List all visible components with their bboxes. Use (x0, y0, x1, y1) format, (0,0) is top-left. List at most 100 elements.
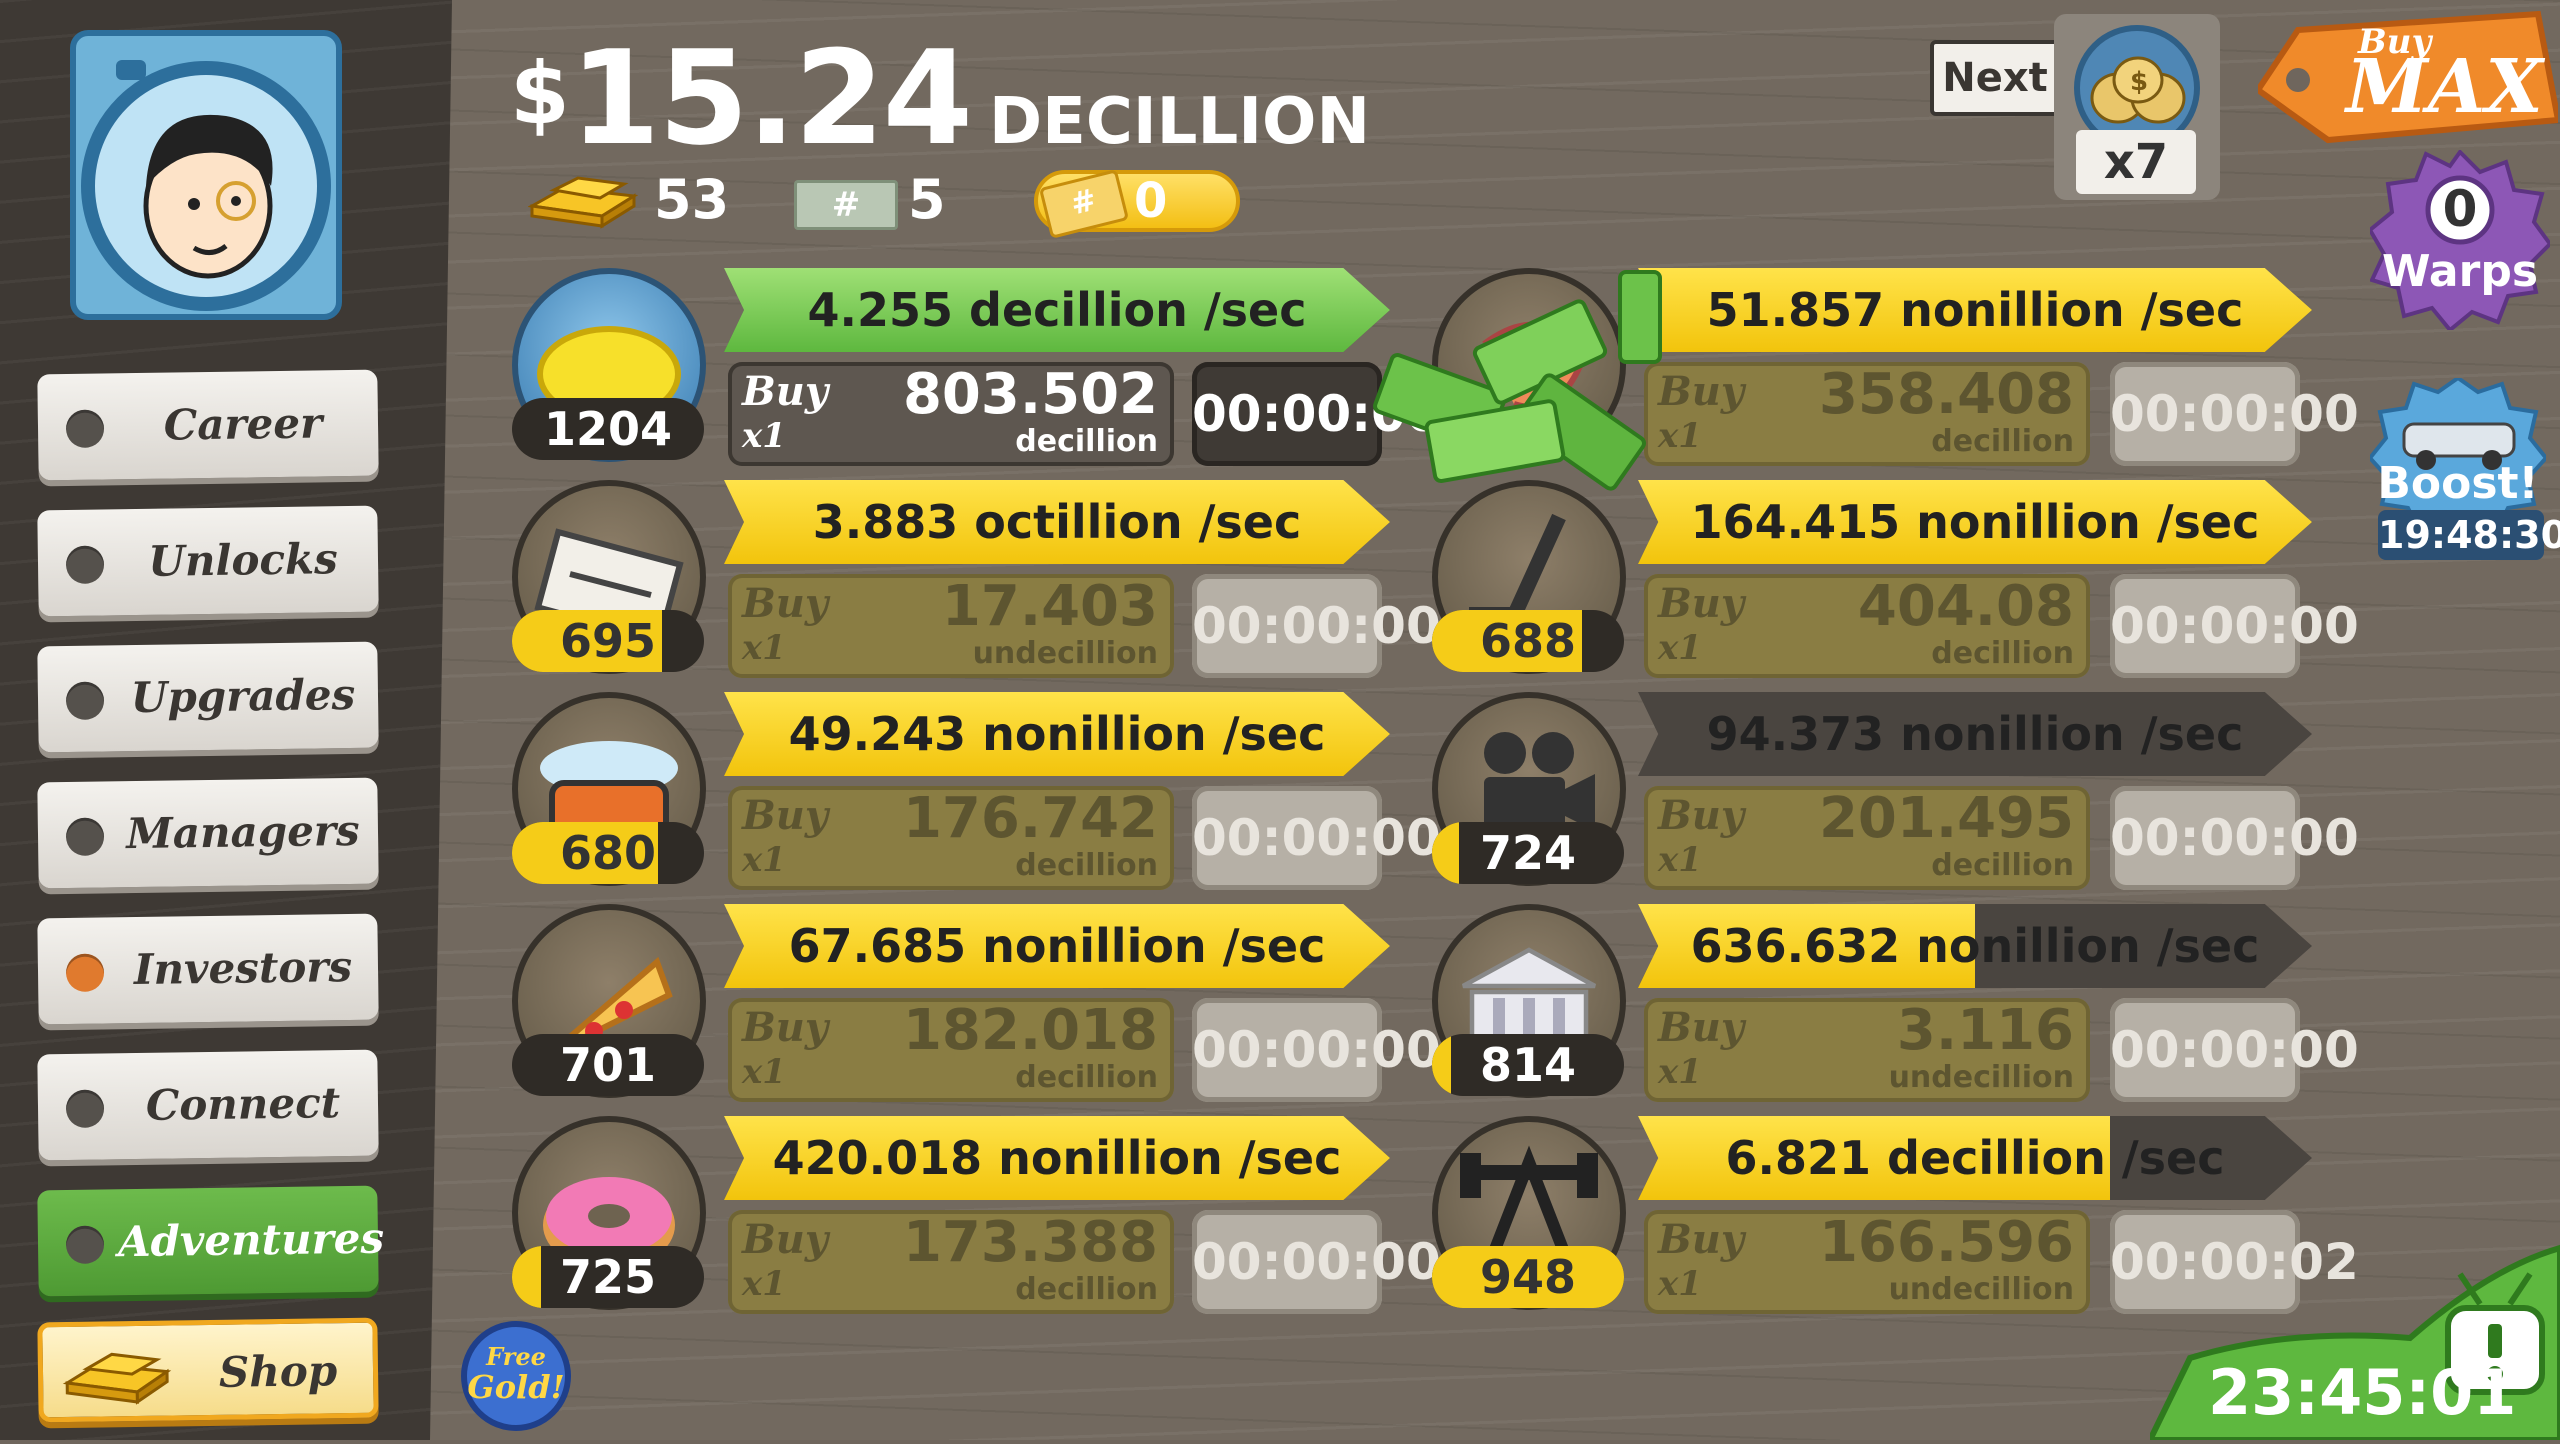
venture-donut-count-fill (512, 1246, 541, 1308)
buy-label: Buy (742, 792, 829, 839)
money-bags-icon: $ (2074, 25, 2200, 142)
venture-lemon-count: 1204 (512, 398, 704, 460)
buy-price-unit: decillion (1015, 848, 1158, 883)
venture-donut-rate: 420.018 nonillion /sec (724, 1116, 1390, 1200)
venture-bank-count-text: 814 (1479, 1038, 1577, 1092)
next-unlock-button[interactable]: Next (1930, 40, 2060, 116)
venture-oil-rig-rate: 6.821 decillion /sec (1638, 1116, 2312, 1200)
warp-badge-icon (2367, 148, 2553, 333)
event-timer[interactable]: 23:45:01 (2145, 1238, 2560, 1443)
megaticket-bar[interactable]: # 0 (1034, 169, 1240, 239)
venture-movie-camera-count: 724 (1432, 822, 1624, 884)
buy-label: Buy (1658, 792, 1745, 839)
career-status-dot (65, 409, 105, 448)
venture-pizza-timer: 00:00:00 (1192, 998, 1441, 1102)
upgrades-button[interactable]: Upgrades (37, 641, 379, 753)
venture-newspaper-rate: 3.883 octillion /sec (724, 480, 1390, 564)
venture-bank-count-fill (1432, 1034, 1452, 1096)
buy-price-unit: undecillion (972, 636, 1158, 671)
venture-lemon-buy-button[interactable]: Buy x1 803.502 decillion (728, 362, 1174, 466)
buy-price-unit: decillion (1931, 636, 2074, 671)
unlock-multiplier: x7 (2076, 130, 2196, 194)
venture-car-wash-count-text: 680 (559, 826, 657, 880)
venture-donut-count: 725 (512, 1246, 704, 1308)
career-button[interactable]: Career (37, 369, 379, 481)
free-gold-button[interactable]: Free Gold! (460, 1320, 572, 1432)
venture-lemon-rate-text: 4.255 decillion /sec (807, 283, 1307, 337)
venture-oil-rig-count-text: 948 (1479, 1250, 1577, 1304)
megaticket-count: 0 (1134, 173, 1168, 229)
buy-price: 358.408 (1818, 362, 2074, 427)
managers-button[interactable]: Managers (37, 777, 379, 889)
venture-car-wash-count: 680 (512, 822, 704, 884)
venture-pizza-rate-text: 67.685 nonillion /sec (788, 919, 1326, 973)
gold-bars-icon (528, 176, 638, 229)
buy-label: Buy (742, 1216, 829, 1263)
venture-lemon-count-text: 1204 (543, 402, 673, 456)
shop-label: Shop (218, 1346, 338, 1397)
connect-button[interactable]: Connect (37, 1049, 379, 1161)
buy-label: Buy (742, 580, 829, 627)
buy-max-button[interactable]: Buy MAX (2253, 10, 2560, 150)
venture-movie-camera-count-fill (1432, 822, 1459, 884)
venture-bank-count: 814 (1432, 1034, 1624, 1096)
managers-status-dot (65, 817, 105, 856)
connect-label: Connect (145, 1078, 341, 1130)
venture-pizza-buy-button[interactable]: Buy x1 182.018 decillion (728, 998, 1174, 1102)
buy-price-unit: decillion (1931, 424, 2074, 459)
venture-shrimp-buy-button[interactable]: Buy x1 358.408 decillion (1644, 362, 2090, 466)
venture-shrimp-rate: 51.857 nonillion /sec (1638, 268, 2312, 352)
buy-max-line2: MAX (2346, 44, 2543, 130)
warps-button[interactable]: 0 Warps (2367, 148, 2553, 333)
money-amount: 15.24 (569, 22, 973, 174)
buy-multiplier: x1 (742, 1264, 786, 1304)
investors-button[interactable]: Investors (37, 913, 379, 1025)
investors-status-dot (65, 953, 105, 992)
cash-pile-icon (1373, 270, 1662, 491)
venture-movie-camera-rate: 94.373 nonillion /sec (1638, 692, 2312, 776)
venture-newspaper-count-text: 695 (559, 614, 657, 668)
buy-label: Buy (1658, 1216, 1745, 1263)
buy-multiplier: x1 (1658, 1052, 1702, 1092)
venture-donut-rate-text: 420.018 nonillion /sec (772, 1131, 1342, 1185)
buy-price: 201.495 (1818, 786, 2074, 851)
venture-hockey-stick-rate: 164.415 nonillion /sec (1638, 480, 2312, 564)
venture-donut-timer: 00:00:00 (1192, 1210, 1441, 1314)
venture-shrimp-timer: 00:00:00 (2110, 362, 2359, 466)
venture-car-wash-rate-text: 49.243 nonillion /sec (788, 707, 1326, 761)
buy-price-unit: decillion (1015, 1060, 1158, 1095)
investors-label: Investors (133, 941, 353, 995)
venture-car-wash-buy-button[interactable]: Buy x1 176.742 decillion (728, 786, 1174, 890)
venture-movie-camera-buy-button[interactable]: Buy x1 201.495 decillion (1644, 786, 2090, 890)
venture-bank-rate: 636.632 nonillion /sec (1638, 904, 2312, 988)
buy-price: 182.018 (902, 998, 1158, 1063)
venture-oil-rig-buy-button[interactable]: Buy x1 166.596 undecillion (1644, 1210, 2090, 1314)
boost-timer: 19:48:30 (2378, 510, 2560, 560)
unlocks-label: Unlocks (147, 534, 339, 586)
shop-button[interactable]: Shop (37, 1317, 379, 1423)
venture-hockey-stick-buy-button[interactable]: Buy x1 404.08 decillion (1644, 574, 2090, 678)
buy-label: Buy (742, 1004, 829, 1051)
buy-price-unit: undecillion (1888, 1060, 2074, 1095)
warps-label: Warps (2381, 246, 2539, 297)
venture-donut-buy-button[interactable]: Buy x1 173.388 decillion (728, 1210, 1174, 1314)
unlocks-status-dot (65, 545, 105, 584)
buy-label: Buy (1658, 1004, 1745, 1051)
venture-hockey-stick-count-text: 688 (1479, 614, 1577, 668)
buy-price: 17.403 (941, 574, 1158, 639)
adventures-button[interactable]: Adventures (37, 1185, 385, 1297)
venture-lemon-timer: 00:00:00 (1192, 362, 1441, 466)
venture-bank-buy-button[interactable]: Buy x1 3.116 undecillion (1644, 998, 2090, 1102)
upgrades-label: Upgrades (130, 669, 356, 723)
money-unit: DECILLION (989, 85, 1371, 159)
buy-price-unit: decillion (1015, 1272, 1158, 1307)
player-avatar[interactable] (70, 30, 342, 320)
venture-pizza-rate: 67.685 nonillion /sec (724, 904, 1390, 988)
money-display: $15.24 DECILLION (510, 22, 1371, 174)
adventures-label: Adventures (117, 1213, 385, 1267)
unlocks-button[interactable]: Unlocks (37, 505, 379, 617)
venture-newspaper-buy-button[interactable]: Buy x1 17.403 undecillion (728, 574, 1174, 678)
upgrades-status-dot (65, 681, 105, 720)
buy-multiplier: x1 (1658, 840, 1702, 880)
venture-pizza-count-text: 701 (559, 1038, 657, 1092)
